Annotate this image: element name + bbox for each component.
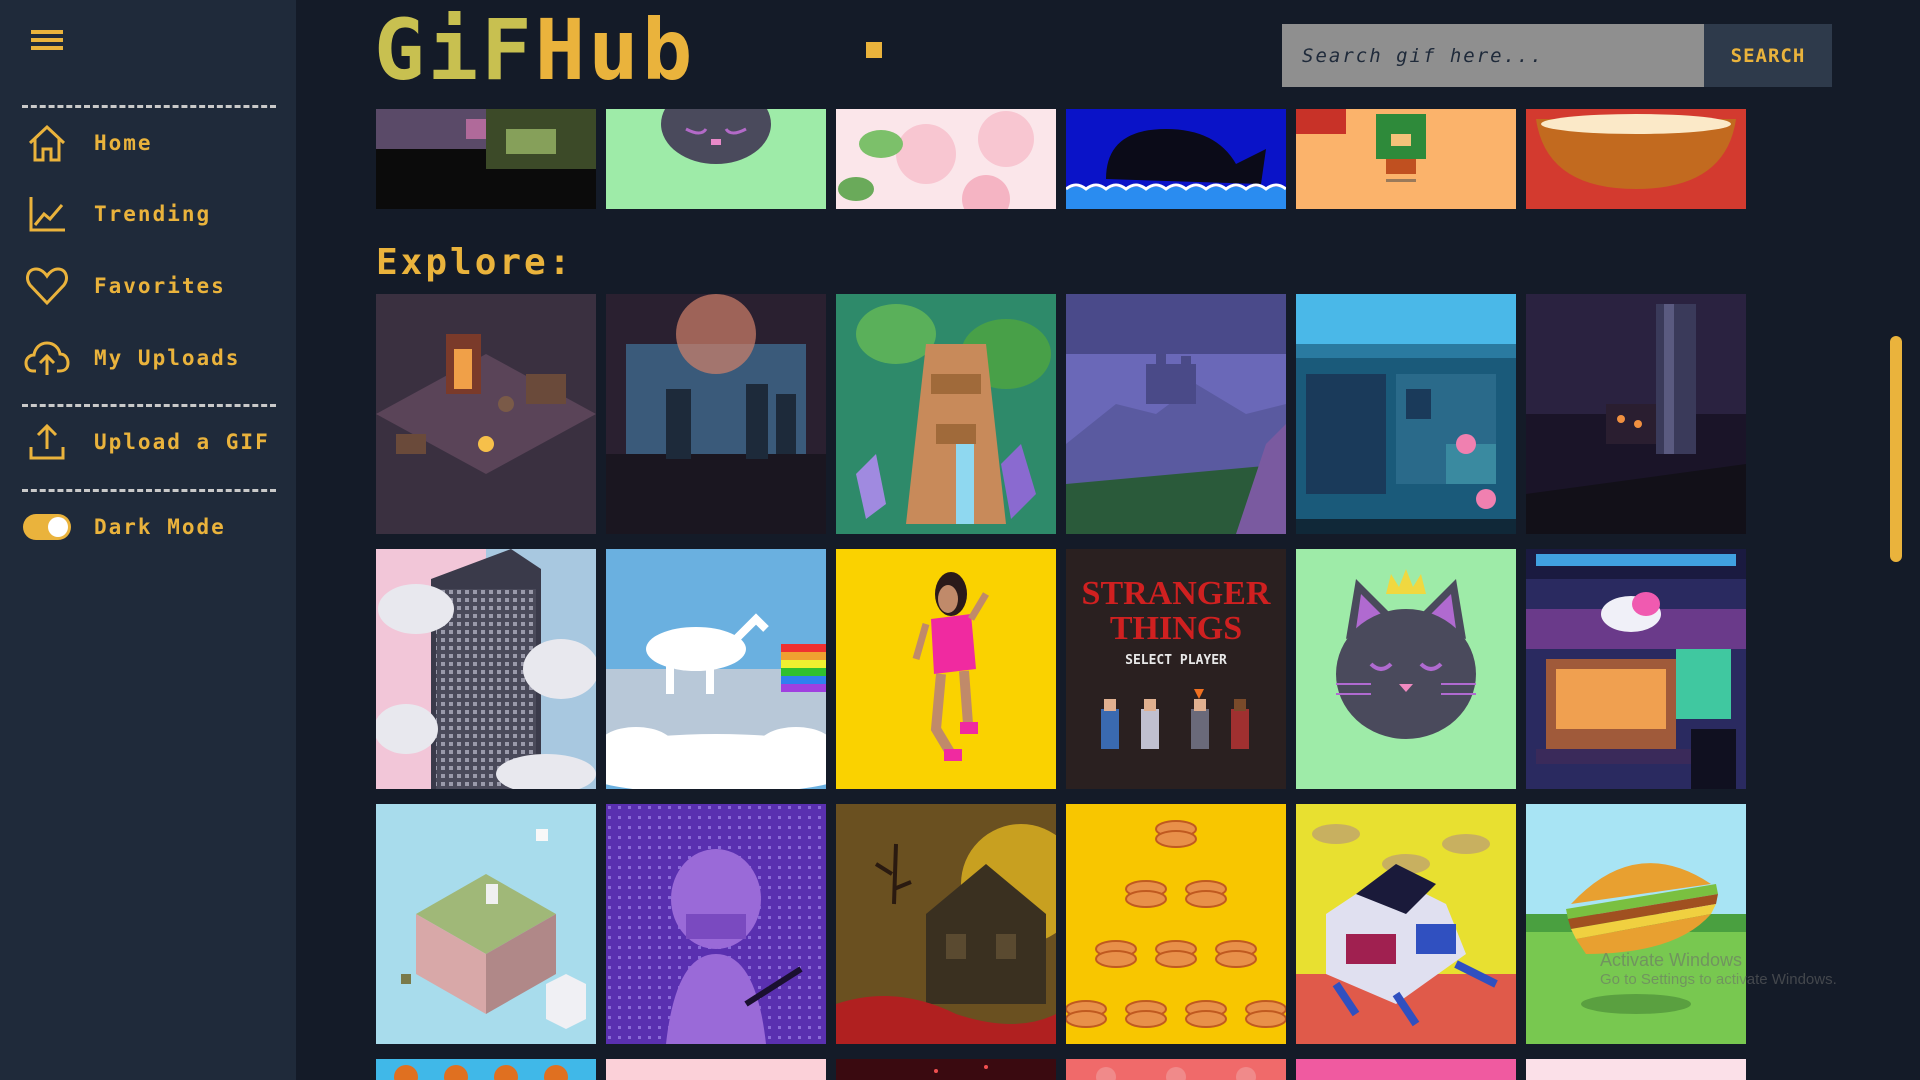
gif-tile[interactable]	[606, 549, 826, 789]
logo-part-2: Hub	[534, 1, 696, 99]
sidebar-divider	[22, 404, 276, 407]
gif-text: THINGS	[1110, 610, 1242, 647]
sidebar-item-favorites[interactable]: Favorites	[22, 259, 286, 313]
gif-tile[interactable]	[606, 1059, 826, 1080]
sidebar-item-my-uploads[interactable]: My Uploads	[22, 331, 286, 385]
hamburger-menu-icon[interactable]	[31, 30, 63, 58]
watermark-line-1: Activate Windows	[1600, 950, 1743, 970]
gif-tile[interactable]	[376, 549, 596, 789]
gif-tile[interactable]	[1066, 294, 1286, 534]
search-button[interactable]: SEARCH	[1704, 24, 1832, 87]
sidebar-divider	[22, 105, 276, 108]
logo-part-1: GiF	[374, 1, 535, 99]
gif-tile[interactable]	[1296, 804, 1516, 1044]
gif-text: STRANGER	[1082, 575, 1271, 612]
gif-tile[interactable]	[1066, 1059, 1286, 1080]
gif-tile[interactable]	[1526, 549, 1746, 789]
gif-tile[interactable]	[1296, 549, 1516, 789]
sidebar-item-label: Favorites	[94, 274, 226, 298]
gif-tile[interactable]	[1296, 1059, 1516, 1080]
gif-tile[interactable]: STRANGER THINGS SELECT PLAYER	[1066, 549, 1286, 789]
activate-windows-watermark: Activate Windows Go to Settings to activ…	[1600, 950, 1837, 988]
cloud-upload-icon	[22, 335, 72, 381]
gif-tile[interactable]	[836, 549, 1056, 789]
gif-tile[interactable]	[1526, 294, 1746, 534]
scrollbar-thumb[interactable]	[1890, 336, 1902, 562]
upload-arrow-icon	[22, 419, 72, 465]
watermark-line-2: Go to Settings to activate Windows.	[1600, 971, 1837, 988]
gif-tile[interactable]	[836, 109, 1056, 209]
top-gif-row	[0, 109, 1760, 209]
heart-icon	[22, 263, 72, 309]
gif-tile[interactable]	[376, 294, 596, 534]
sidebar-item-label: Upload a GIF	[94, 430, 270, 454]
gif-tile[interactable]	[606, 804, 826, 1044]
dark-mode-toggle-row[interactable]: Dark Mode	[22, 500, 286, 554]
gif-tile[interactable]	[1296, 109, 1516, 209]
gif-tile[interactable]	[606, 294, 826, 534]
gif-text: SELECT PLAYER	[1125, 653, 1227, 668]
gif-tile[interactable]	[1066, 804, 1286, 1044]
gif-tile[interactable]	[1526, 1059, 1746, 1080]
gif-tile[interactable]	[836, 804, 1056, 1044]
gif-tile[interactable]	[1526, 109, 1746, 209]
gif-tile[interactable]	[376, 804, 596, 1044]
section-title: Explore:	[376, 242, 574, 283]
search-input[interactable]	[1282, 24, 1704, 87]
dark-mode-toggle[interactable]	[22, 504, 72, 550]
sidebar-divider	[22, 489, 276, 492]
sidebar-item-upload-gif[interactable]: Upload a GIF	[22, 415, 286, 469]
dark-mode-label: Dark Mode	[94, 515, 226, 539]
gif-tile[interactable]	[836, 294, 1056, 534]
gif-tile[interactable]	[1066, 109, 1286, 209]
gif-tile[interactable]	[1296, 294, 1516, 534]
gif-tile[interactable]	[376, 109, 596, 209]
gif-tile[interactable]	[376, 1059, 596, 1080]
sidebar-item-label: My Uploads	[94, 346, 241, 370]
logo-dot	[866, 42, 882, 58]
gif-tile[interactable]	[836, 1059, 1056, 1080]
gif-tile[interactable]	[606, 109, 826, 209]
gif-tile[interactable]	[1526, 804, 1746, 1044]
app-logo[interactable]: GiFHub	[374, 8, 695, 92]
